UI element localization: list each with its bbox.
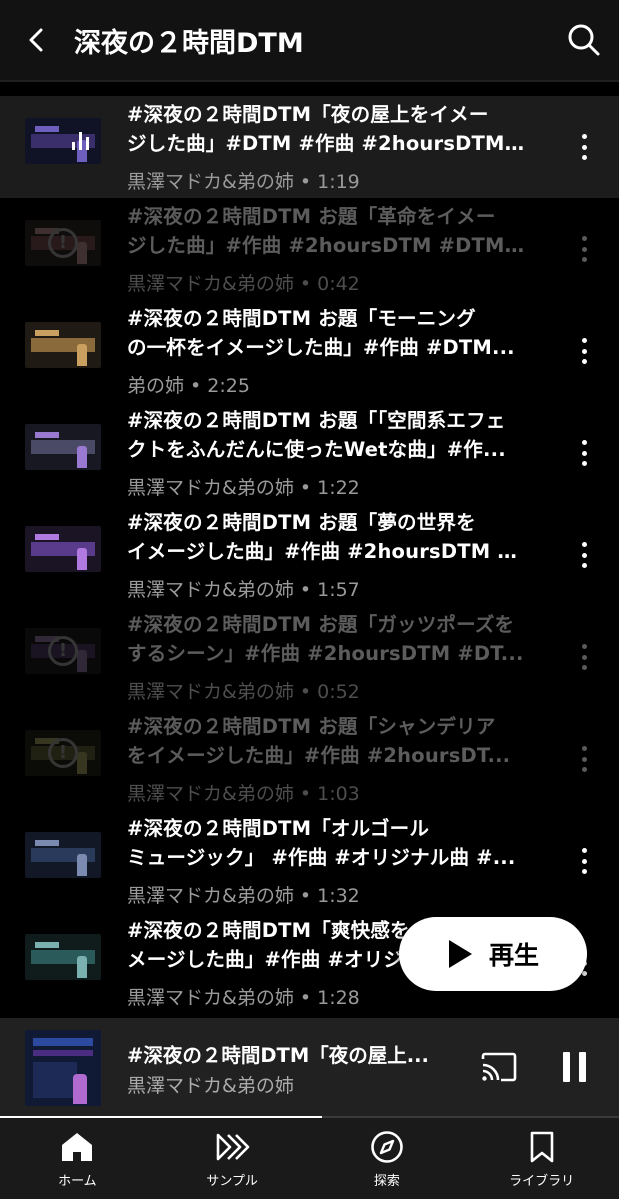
samples-icon xyxy=(216,1133,250,1161)
track-meta: 弟の姉 • 2:25 xyxy=(127,375,250,397)
track-title: #深夜の２時間DTM お題「シャンデリア をイメージした曲」#作曲 #2hours… xyxy=(127,712,527,770)
track-title-line2: の一杯をイメージした曲」#作曲 #DTM... xyxy=(127,336,515,359)
track-row[interactable]: #深夜の２時間DTM お題「夢の世界をイメージした曲」#作曲 #2hoursDT… xyxy=(0,504,619,606)
track-title: #深夜の２時間DTM「夜の屋上をイメージした曲」#DTM #作曲 #2hours… xyxy=(127,100,527,158)
track-title-line1: #深夜の２時間DTM お題「「空間系エフェ xyxy=(127,409,506,432)
cast-icon xyxy=(481,1052,517,1082)
track-thumbnail xyxy=(25,934,101,980)
search-icon xyxy=(568,24,600,56)
track-title: #深夜の２時間DTM「オルゴールミュージック」 #作曲 #オリジナル曲 #... xyxy=(127,814,527,872)
track-title-line1: #深夜の２時間DTM お題「モーニング xyxy=(127,307,476,330)
track-title-line1: #深夜の２時間DTM「夜の屋上をイメー xyxy=(127,103,489,126)
track-row[interactable]: #深夜の２時間DTM お題「「空間系エフェ クトをふんだんに使ったWetな曲」#作… xyxy=(0,402,619,504)
header-divider xyxy=(0,80,619,82)
nav-label-explore: 探索 xyxy=(373,1174,400,1189)
unavailable-warning-icon: ! xyxy=(48,636,78,666)
top-app-bar: 深夜の２時間DTM xyxy=(0,0,619,80)
track-row[interactable]: #深夜の２時間DTM「夜の屋上をイメージした曲」#DTM #作曲 #2hours… xyxy=(0,96,619,198)
track-meta: 黒澤マドカ&弟の姉 • 0:52 xyxy=(127,681,360,703)
nav-item-home[interactable]: ホーム xyxy=(0,1118,155,1199)
mini-player-artwork xyxy=(25,1030,101,1106)
play-button[interactable]: 再生 xyxy=(399,917,587,991)
track-title-line2: ミュージック」 #作曲 #オリジナル曲 #... xyxy=(127,846,516,869)
track-meta: 黒澤マドカ&弟の姉 • 1:19 xyxy=(127,171,360,193)
play-button-label: 再生 xyxy=(488,941,539,970)
compass-icon xyxy=(371,1131,403,1163)
track-title-line1: #深夜の２時間DTM お題「革命をイメー xyxy=(127,205,496,228)
track-title-line2: ジした曲」#DTM #作曲 #2hoursDTM... xyxy=(127,132,527,155)
nav-label-home: ホーム xyxy=(58,1174,97,1189)
mini-player[interactable]: #深夜の２時間DTM「夜の屋上... 黒澤マドカ&弟の姉 xyxy=(0,1018,619,1116)
track-thumbnail xyxy=(25,832,101,878)
more-options-icon[interactable] xyxy=(574,848,594,874)
cast-button[interactable] xyxy=(480,1051,518,1083)
track-title-line1: #深夜の２時間DTM お題「シャンデリア xyxy=(127,715,496,738)
pause-icon xyxy=(579,1052,586,1082)
track-title: #深夜の２時間DTM お題「「空間系エフェ クトをふんだんに使ったWetな曲」#作… xyxy=(127,406,527,464)
track-thumbnail: ! xyxy=(25,220,101,266)
nav-item-library[interactable]: ライブラリ xyxy=(464,1118,619,1199)
track-title: #深夜の２時間DTM お題「モーニングの一杯をイメージした曲」#作曲 #DTM.… xyxy=(127,304,527,362)
pause-button[interactable] xyxy=(562,1052,588,1082)
track-title-line2: ジした曲」#作曲 #2hoursDTM #DTM... xyxy=(127,234,527,257)
play-icon xyxy=(448,940,472,968)
track-title-line2: をイメージした曲」#作曲 #2hoursDT... xyxy=(127,744,511,767)
nav-item-samples[interactable]: サンプル xyxy=(155,1118,310,1199)
track-title: #深夜の２時間DTM お題「ガッツポーズを するシーン」#作曲 #2hoursDT… xyxy=(127,610,527,668)
home-icon xyxy=(62,1133,93,1161)
chevron-left-icon xyxy=(29,28,43,52)
more-options-icon[interactable] xyxy=(574,440,594,466)
track-title: #深夜の２時間DTM お題「夢の世界をイメージした曲」#作曲 #2hoursDT… xyxy=(127,508,527,566)
track-title-line1: #深夜の２時間DTM お題「ガッツポーズを xyxy=(127,613,515,636)
track-title-line2: するシーン」#作曲 #2hoursDTM #DT... xyxy=(127,642,524,665)
track-title-line1: #深夜の２時間DTM「オルゴール xyxy=(127,817,430,840)
page-title: 深夜の２時間DTM xyxy=(74,27,304,59)
track-thumbnail xyxy=(25,424,101,470)
more-options-icon[interactable] xyxy=(574,338,594,364)
unavailable-warning-icon: ! xyxy=(48,738,78,768)
track-title: #深夜の２時間DTM お題「革命をイメージした曲」#作曲 #2hoursDTM … xyxy=(127,202,527,260)
track-row[interactable]: ! #深夜の２時間DTM お題「シャンデリア をイメージした曲」#作曲 #2hour… xyxy=(0,708,619,810)
track-row[interactable]: #深夜の２時間DTM お題「モーニングの一杯をイメージした曲」#作曲 #DTM.… xyxy=(0,300,619,402)
track-meta: 黒澤マドカ&弟の姉 • 1:03 xyxy=(127,783,360,805)
track-title-line2: クトをふんだんに使ったWetな曲」#作... xyxy=(127,438,506,461)
nav-label-samples: サンプル xyxy=(206,1174,258,1189)
track-meta: 黒澤マドカ&弟の姉 • 1:57 xyxy=(127,579,360,601)
library-icon xyxy=(530,1131,553,1163)
track-title-line1: #深夜の２時間DTM お題「夢の世界を xyxy=(127,511,476,534)
unavailable-warning-icon: ! xyxy=(48,228,78,258)
track-list: #深夜の２時間DTM「夜の屋上をイメージした曲」#DTM #作曲 #2hours… xyxy=(0,96,619,1014)
mini-player-title: #深夜の２時間DTM「夜の屋上... xyxy=(127,1044,429,1067)
track-title-line2: イメージした曲」#作曲 #2hoursDTM #... xyxy=(127,540,527,563)
track-meta: 黒澤マドカ&弟の姉 • 1:28 xyxy=(127,987,360,1009)
track-thumbnail xyxy=(25,322,101,368)
track-meta: 黒澤マドカ&弟の姉 • 1:22 xyxy=(127,477,360,499)
more-options-icon[interactable] xyxy=(574,542,594,568)
track-meta: 黒澤マドカ&弟の姉 • 0:42 xyxy=(127,273,360,295)
track-row[interactable]: #深夜の２時間DTM「オルゴールミュージック」 #作曲 #オリジナル曲 #...… xyxy=(0,810,619,912)
track-row[interactable]: ! #深夜の２時間DTM お題「ガッツポーズを するシーン」#作曲 #2hoursD… xyxy=(0,606,619,708)
mini-player-artist: 黒澤マドカ&弟の姉 xyxy=(127,1075,294,1097)
more-options-icon[interactable] xyxy=(574,236,594,262)
nav-item-explore[interactable]: 探索 xyxy=(310,1118,465,1199)
pause-icon xyxy=(563,1052,570,1082)
track-meta: 黒澤マドカ&弟の姉 • 1:32 xyxy=(127,885,360,907)
more-options-icon[interactable] xyxy=(574,644,594,670)
more-options-icon[interactable] xyxy=(574,134,594,160)
track-thumbnail xyxy=(25,118,101,164)
search-button[interactable] xyxy=(549,0,619,80)
now-playing-equalizer-icon xyxy=(72,132,89,150)
track-thumbnail: ! xyxy=(25,628,101,674)
bottom-navigation: ホーム サンプル 探索 ライブラリ xyxy=(0,1118,619,1199)
track-row[interactable]: ! #深夜の２時間DTM お題「革命をイメージした曲」#作曲 #2hoursDTM… xyxy=(0,198,619,300)
track-thumbnail xyxy=(25,526,101,572)
nav-label-library: ライブラリ xyxy=(509,1174,575,1189)
more-options-icon[interactable] xyxy=(574,746,594,772)
track-thumbnail: ! xyxy=(25,730,101,776)
back-button[interactable] xyxy=(0,0,74,80)
